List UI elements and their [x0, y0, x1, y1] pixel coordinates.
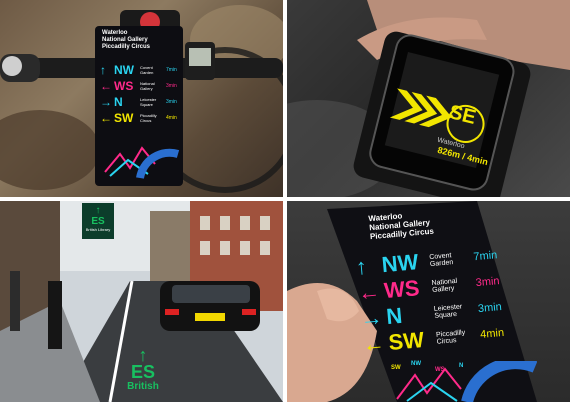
direction-row: → N Leicester Square 3min	[100, 94, 180, 110]
direction-code: NW	[114, 63, 134, 77]
direction-code: SW	[387, 326, 425, 355]
direction-code: WS	[114, 79, 134, 93]
road-text: British	[127, 381, 159, 392]
direction-dest: National Gallery	[431, 277, 458, 294]
route-title-1: Waterloo	[102, 30, 128, 36]
street-sign: ↑ ES British Library	[84, 206, 112, 233]
street-photo-panel: ↑ ES British Library ↑ ES British	[0, 201, 283, 402]
route-title-2: National Gallery	[102, 37, 148, 43]
card-photo-panel: Waterloo National Gallery Piccadilly Cir…	[287, 201, 570, 402]
direction-dest: National Gallery	[140, 81, 155, 91]
road-marking: ↑ ES British	[108, 345, 178, 393]
left-arrow-icon: ←	[361, 330, 386, 358]
direction-dest: Leicester Square	[433, 303, 463, 320]
phone-photo-panel: SE Waterloo 826m / 4min	[287, 0, 570, 197]
sign-text: British Library	[85, 227, 111, 232]
direction-row: ← WS National Gallery 3min	[100, 78, 180, 94]
road-code: ES	[130, 362, 155, 382]
map-label: WS	[435, 367, 445, 373]
card-directions: ↑ NW Covent Garden 7min ← WS National Ga…	[355, 240, 533, 358]
direction-row: ↑ NW Covent Garden 7min	[100, 62, 180, 78]
direction-time: 7min	[166, 67, 177, 73]
bike-photo-panel: Waterloo National Gallery Piccadilly Cir…	[0, 0, 283, 197]
direction-code: N	[114, 95, 123, 109]
direction-dest: Piccadilly Circus	[435, 329, 466, 346]
direction-row: ← SW Piccadilly Circus 4min	[100, 110, 180, 126]
up-arrow-icon: ↑	[100, 63, 106, 77]
direction-dest: Covent Garden	[140, 65, 154, 75]
left-arrow-icon: ←	[357, 278, 382, 306]
up-arrow-icon: ↑	[95, 205, 101, 216]
direction-time: 3min	[166, 83, 177, 89]
direction-dest: Covent Garden	[429, 252, 454, 269]
sign-code: ES	[91, 216, 105, 227]
route-card: Waterloo National Gallery Piccadilly Cir…	[102, 30, 178, 51]
left-arrow-icon: ←	[100, 79, 112, 93]
map-label: N	[459, 363, 464, 369]
up-arrow-icon: ↑	[138, 345, 148, 365]
route-map-graphic	[104, 146, 180, 179]
direction-time: 3min	[166, 99, 177, 105]
direction-time: 7min	[472, 249, 498, 264]
direction-time: 3min	[477, 301, 503, 316]
up-arrow-icon: ↑	[354, 253, 368, 280]
map-label: SW	[391, 365, 401, 371]
map-label: NW	[411, 361, 421, 367]
direction-dest: Piccadilly Circus	[140, 113, 157, 123]
direction-code: SW	[114, 111, 134, 125]
direction-dest: Leicester Square	[140, 97, 157, 107]
direction-time: 3min	[475, 275, 501, 290]
left-arrow-icon: ←	[100, 111, 112, 125]
direction-time: 4min	[479, 326, 505, 341]
right-arrow-icon: →	[359, 304, 384, 332]
route-title-3: Piccadilly Circus	[102, 44, 151, 50]
direction-time: 4min	[166, 115, 177, 121]
right-arrow-icon: →	[100, 95, 112, 109]
